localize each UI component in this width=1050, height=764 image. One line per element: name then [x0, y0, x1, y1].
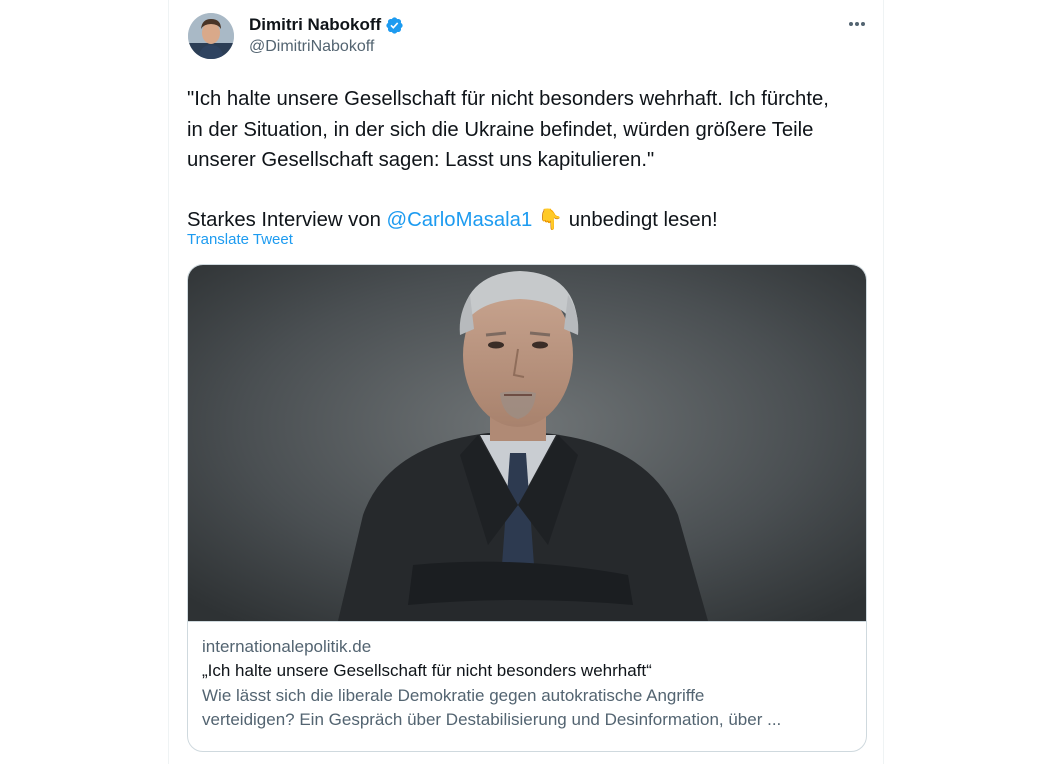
- tweet-text: "Ich halte unsere Gesellschaft für nicht…: [187, 84, 877, 235]
- tweet-text-line: "Ich halte unsere Gesellschaft für nicht…: [187, 88, 829, 110]
- card-title: „Ich halte unsere Gesellschaft für nicht…: [202, 661, 652, 680]
- portrait-photo: [188, 265, 866, 621]
- author-name-row: Dimitri Nabokoff: [249, 13, 404, 37]
- pointing-down-emoji: 👇: [537, 208, 564, 231]
- card-meta: internationalepolitik.de „Ich halte unse…: [188, 621, 866, 751]
- card-description: Wie lässt sich die liberale Demokratie g…: [202, 686, 705, 705]
- avatar-image: [188, 13, 234, 59]
- verified-badge-icon: [386, 16, 403, 34]
- avatar[interactable]: [188, 13, 234, 59]
- mention-link[interactable]: @CarloMasala1: [387, 209, 533, 231]
- tweet-text-prefix: Starkes Interview von: [187, 208, 387, 231]
- author-display-name[interactable]: Dimitri Nabokoff: [249, 15, 381, 35]
- tweet-text-line: unserer Gesellschaft sagen: Lasst uns ka…: [187, 149, 655, 171]
- tweet: Dimitri Nabokoff @DimitriNabokoff "Ich h…: [168, 0, 884, 764]
- tweet-text-suffix: unbedingt lesen!: [563, 208, 718, 231]
- more-options-icon: [849, 22, 865, 26]
- translate-tweet-link[interactable]: Translate Tweet: [187, 231, 293, 248]
- card-domain: internationalepolitik.de: [202, 637, 372, 656]
- link-card[interactable]: internationalepolitik.de „Ich halte unse…: [187, 264, 867, 752]
- author-handle[interactable]: @DimitriNabokoff: [249, 38, 374, 56]
- more-options-button[interactable]: [845, 14, 869, 34]
- card-description: verteidigen? Ein Gespräch über Destabili…: [202, 710, 782, 729]
- card-image[interactable]: [188, 265, 866, 621]
- tweet-text-line: in der Situation, in der sich die Ukrain…: [187, 118, 814, 141]
